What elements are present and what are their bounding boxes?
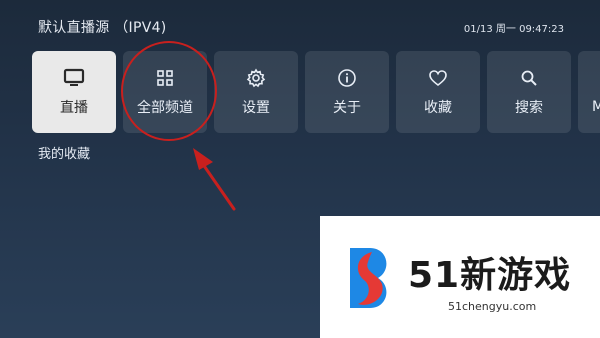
watermark-url: 51chengyu.com — [448, 300, 537, 313]
watermark-card: 51新游戏 51chengyu.com — [320, 216, 600, 338]
watermark-brand: 51新游戏 — [408, 255, 572, 296]
watermark-logo — [350, 248, 387, 308]
